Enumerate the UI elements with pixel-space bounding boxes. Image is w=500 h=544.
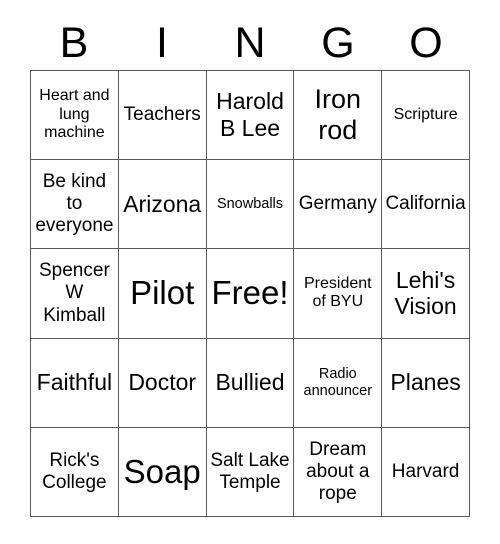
bingo-cell-label: Arizona xyxy=(123,190,202,217)
bingo-cell[interactable]: Soap xyxy=(118,427,207,517)
bingo-cell[interactable]: President of BYU xyxy=(294,249,383,339)
bingo-cell[interactable]: Pilot xyxy=(118,249,207,339)
bingo-cell[interactable]: Rick's College xyxy=(31,427,119,517)
bingo-grid: Heart and lung machine Teachers Harold B L… xyxy=(30,70,470,517)
bingo-cell-label: Free! xyxy=(211,274,289,312)
bingo-cell-label: Germany xyxy=(298,193,377,215)
bingo-cell[interactable]: Spencer W Kimball xyxy=(31,249,119,339)
bingo-cell-label: Pilot xyxy=(130,274,195,312)
bingo-cell[interactable]: Lehi's Vision xyxy=(382,249,470,339)
bingo-cell[interactable]: Planes xyxy=(382,338,470,428)
bingo-cell-label: Scripture xyxy=(393,105,458,123)
header-letter-o: O xyxy=(409,18,443,67)
bingo-cell-label: Heart and lung machine xyxy=(39,87,110,142)
bingo-cell[interactable]: Heart and lung machine xyxy=(31,71,119,161)
bingo-cell-label: Soap xyxy=(123,452,201,490)
bingo-cell-label: Harvard xyxy=(391,460,460,482)
bingo-cell[interactable]: Faithful xyxy=(31,338,119,428)
bingo-cell[interactable]: Radio announcer xyxy=(294,338,383,428)
bingo-free-space[interactable]: Free! xyxy=(206,249,295,339)
bingo-cell[interactable]: Bullied xyxy=(206,338,295,428)
bingo-cell-label: Spencer W Kimball xyxy=(39,260,110,326)
bingo-cell-label: Dream about a rope xyxy=(306,438,370,504)
bingo-cell[interactable]: Dream about a rope xyxy=(294,427,383,517)
bingo-cell-label: Salt Lake Temple xyxy=(210,449,290,493)
bingo-cell-label: Faithful xyxy=(36,369,113,396)
bingo-cell[interactable]: Doctor xyxy=(118,338,207,428)
bingo-cell[interactable]: Harold B Lee xyxy=(206,71,295,161)
header-letter-b: B xyxy=(59,18,89,67)
bingo-cell-label: Planes xyxy=(390,369,461,396)
bingo-header: B I N G O xyxy=(30,16,470,70)
bingo-cell[interactable]: Scripture xyxy=(382,71,470,161)
header-letter-i: I xyxy=(156,18,168,67)
bingo-card: B I N G O Heart and lung machine Teachers… xyxy=(0,0,500,544)
bingo-cell[interactable]: Arizona xyxy=(118,160,207,250)
bingo-cell-label: Harold B Lee xyxy=(216,88,284,142)
bingo-cell-label: Bullied xyxy=(215,369,285,396)
bingo-cell[interactable]: Snowballs xyxy=(206,160,295,250)
bingo-cell-label: Lehi's Vision xyxy=(394,266,457,320)
header-letter-n: N xyxy=(234,18,266,67)
bingo-cell[interactable]: Iron rod xyxy=(294,71,383,161)
bingo-cell-label: President of BYU xyxy=(303,274,372,311)
bingo-cell-label: Snowballs xyxy=(216,195,284,212)
header-letter-g: G xyxy=(321,18,355,67)
bingo-cell[interactable]: Harvard xyxy=(382,427,470,517)
bingo-cell-label: Be kind to everyone xyxy=(35,170,114,237)
bingo-cell-label: Teachers xyxy=(123,103,201,125)
bingo-cell-label: Radio announcer xyxy=(303,365,373,399)
bingo-cell[interactable]: Be kind to everyone xyxy=(31,160,119,250)
bingo-cell[interactable]: California xyxy=(382,160,470,250)
bingo-cell-label: Doctor xyxy=(128,369,197,396)
bingo-cell[interactable]: Germany xyxy=(294,160,383,250)
bingo-cell[interactable]: Salt Lake Temple xyxy=(206,427,295,517)
bingo-cell[interactable]: Teachers xyxy=(118,71,207,161)
bingo-cell-label: Iron rod xyxy=(314,83,362,146)
bingo-cell-label: California xyxy=(385,193,466,215)
bingo-cell-label: Rick's College xyxy=(42,449,107,493)
